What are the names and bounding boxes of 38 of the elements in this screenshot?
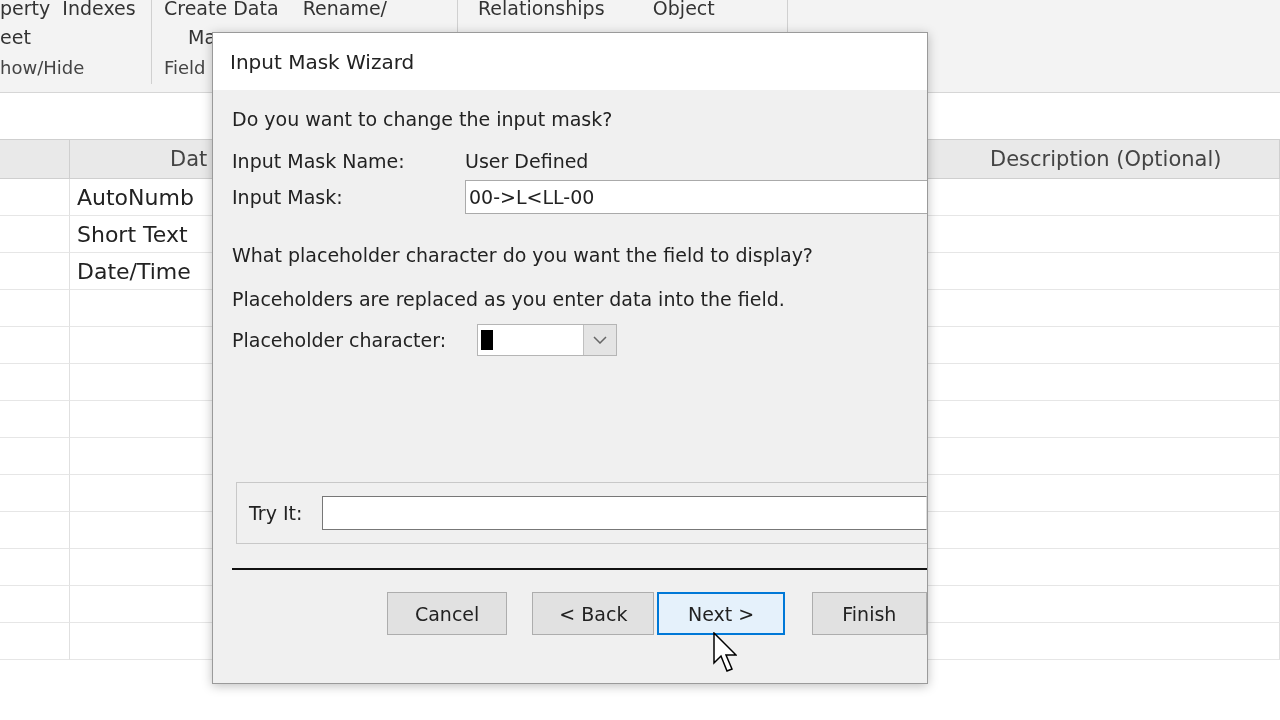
row-selector[interactable] [0, 586, 70, 623]
row-selector[interactable] [0, 253, 70, 290]
column-header[interactable]: Description (Optional) [928, 139, 1280, 179]
dialog-button[interactable]: Next > [657, 592, 785, 635]
chevron-down-icon [593, 336, 607, 344]
row-selector[interactable] [0, 179, 70, 216]
ribbon-label[interactable]: Relationships Object [478, 0, 715, 23]
dialog-button[interactable]: Cancel [387, 592, 508, 635]
ribbon-label[interactable]: Create Data Rename/ [164, 0, 388, 23]
text-cursor-icon [481, 330, 493, 350]
group-caption: Field [164, 57, 206, 78]
field-label: Input Mask Name: [232, 150, 406, 172]
row-selector[interactable] [0, 290, 70, 327]
field-label: Input Mask: [232, 186, 344, 208]
row-selector[interactable] [0, 327, 70, 364]
row-selector[interactable] [0, 364, 70, 401]
dialog-button[interactable]: < Back [532, 592, 655, 635]
dialog-button[interactable]: Finish [811, 592, 927, 635]
mouse-pointer-icon [713, 632, 737, 674]
row-selector[interactable] [0, 438, 70, 475]
field-label: Placeholder character: [232, 329, 442, 351]
hint-text: Placeholders are replaced as you enter data into the field. [232, 288, 786, 310]
ribbon-label[interactable]: perty Indexes [0, 0, 136, 23]
mask-name-value: User Defined [465, 150, 589, 172]
ribbon-label[interactable]: eet [0, 21, 31, 52]
row-selector[interactable] [0, 401, 70, 438]
group-caption: how/Hide [0, 57, 85, 78]
placeholder-combo[interactable] [477, 324, 617, 356]
try-it-field[interactable] [322, 496, 927, 530]
question-text: Do you want to change the input mask? [232, 108, 614, 130]
window-title: Input Mask Wizard [230, 49, 415, 74]
field-label: Try It: [249, 502, 303, 524]
row-selector[interactable] [0, 623, 70, 660]
row-selector[interactable] [0, 549, 70, 586]
input-mask-field[interactable]: 00->L<LL-00 [465, 180, 927, 214]
row-selector[interactable] [0, 512, 70, 549]
row-selector[interactable] [0, 475, 70, 512]
row-selector[interactable] [0, 216, 70, 253]
